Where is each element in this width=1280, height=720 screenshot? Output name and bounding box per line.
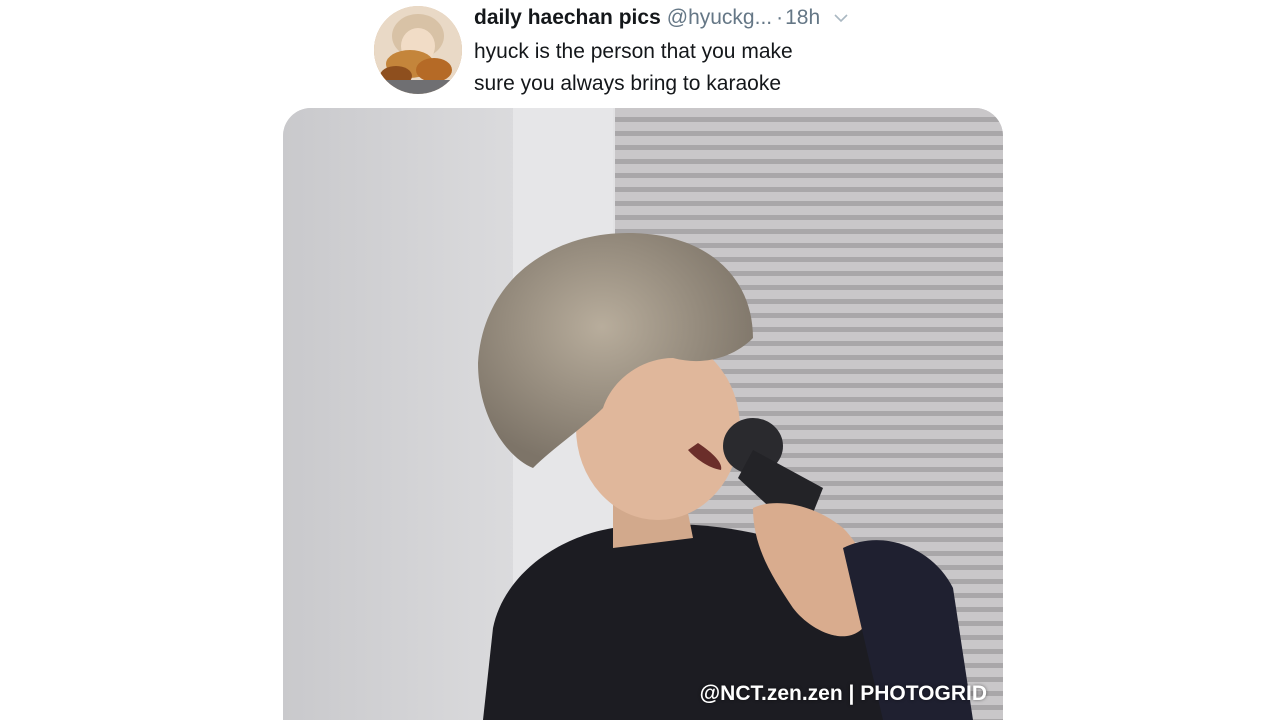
tweet-text-line: hyuck is the person that you make: [474, 40, 793, 63]
display-name[interactable]: daily haechan pics: [474, 6, 661, 30]
profile-avatar[interactable]: [374, 6, 462, 94]
karaoke-photo: [283, 108, 1003, 720]
tweet-text-line: sure you always bring to karaoke: [474, 72, 781, 95]
tweet-card[interactable]: daily haechan pics @hyuckg... · 18h hyuc…: [0, 0, 1280, 720]
tweet-media-photo[interactable]: @NCT.zen.zen | PHOTOGRID: [283, 108, 1003, 720]
user-handle[interactable]: @hyuckg...: [667, 6, 772, 30]
avatar-image: [374, 6, 462, 94]
separator-dot: ·: [776, 6, 784, 29]
tweet-text: hyuck is the person that you make sure y…: [474, 36, 904, 100]
timestamp[interactable]: 18h: [785, 6, 820, 30]
photo-watermark: @NCT.zen.zen | PHOTOGRID: [699, 682, 987, 705]
chevron-down-icon[interactable]: [832, 9, 850, 27]
tweet-header: daily haechan pics @hyuckg... · 18h: [474, 4, 850, 32]
